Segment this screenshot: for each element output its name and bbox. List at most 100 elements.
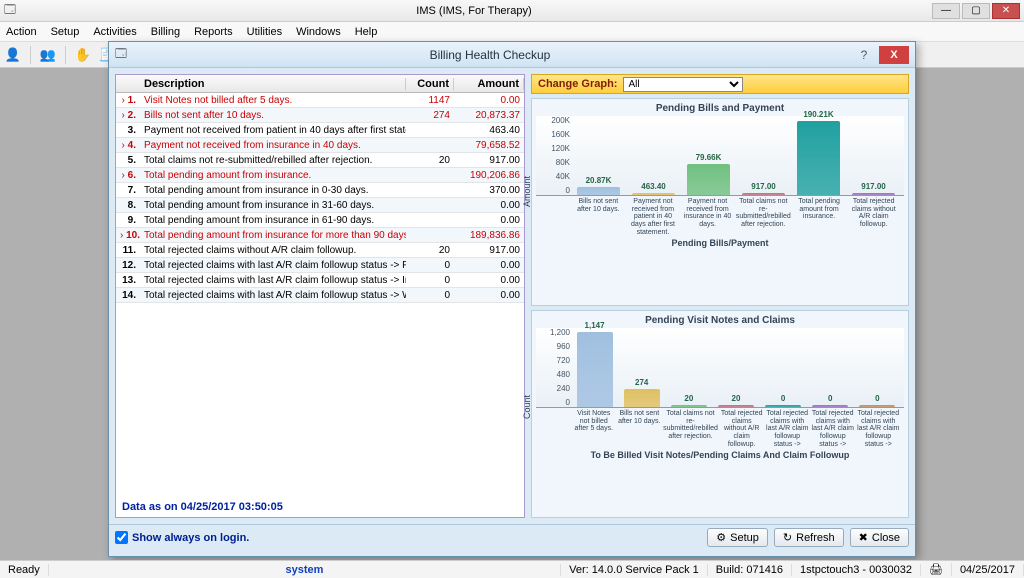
- table-row[interactable]: 6.Total pending amount from insurance.19…: [116, 168, 524, 183]
- status-ready: Ready: [0, 564, 49, 576]
- menu-activities[interactable]: Activities: [93, 26, 136, 38]
- bar: 20.87K: [572, 187, 625, 195]
- table-row[interactable]: 7.Total pending amount from insurance in…: [116, 183, 524, 198]
- user-check-icon[interactable]: 👥: [39, 46, 57, 64]
- menu-windows[interactable]: Windows: [296, 26, 341, 38]
- table-row[interactable]: 2.Bills not sent after 10 days.27420,873…: [116, 108, 524, 123]
- chart-footer: To Be Billed Visit Notes/Pending Claims …: [536, 450, 904, 460]
- setup-button[interactable]: ⚙Setup: [707, 528, 768, 547]
- table-row[interactable]: 9.Total pending amount from insurance in…: [116, 213, 524, 228]
- minimize-button[interactable]: —: [932, 3, 960, 19]
- bar: 0: [761, 405, 806, 407]
- table-row[interactable]: 10.Total pending amount from insurance f…: [116, 228, 524, 243]
- app-titlebar: 🗔 IMS (IMS, For Therapy) — ▢ ✕: [0, 0, 1024, 22]
- statusbar: Ready system Ver: 14.0.0 Service Pack 1 …: [0, 560, 1024, 578]
- x-label: Payment not received from patient in 40 …: [627, 198, 680, 236]
- status-printer-icon[interactable]: 🖨: [921, 563, 952, 576]
- modal-footer: Show always on login. ⚙Setup ↻Refresh ✖C…: [109, 524, 915, 550]
- chart-title: Pending Bills and Payment: [536, 103, 904, 114]
- bar: 190.21K: [792, 121, 845, 195]
- maximize-button[interactable]: ▢: [962, 3, 990, 19]
- bar: 917.00: [847, 193, 900, 195]
- menu-setup[interactable]: Setup: [51, 26, 80, 38]
- billing-health-checkup-window: 🗔 Billing Health Checkup ? X Description…: [108, 41, 916, 557]
- table-row[interactable]: 12.Total rejected claims with last A/R c…: [116, 258, 524, 273]
- bar: 274: [619, 389, 664, 407]
- modal-icon: 🗔: [115, 45, 127, 64]
- refresh-icon: ↻: [783, 531, 792, 544]
- bar: 79.66K: [682, 164, 735, 195]
- col-count: Count: [406, 78, 454, 90]
- status-host: 1stpctouch3 - 0030032: [792, 564, 921, 576]
- app-close-button[interactable]: ✕: [992, 3, 1020, 19]
- bar: 20: [713, 405, 758, 407]
- table-row[interactable]: 14.Total rejected claims with last A/R c…: [116, 288, 524, 303]
- change-graph-label: Change Graph:: [538, 78, 617, 90]
- table-row[interactable]: 5.Total claims not re-submitted/rebilled…: [116, 153, 524, 168]
- show-always-input[interactable]: [115, 531, 128, 544]
- table-row[interactable]: 4.Payment not received from insurance in…: [116, 138, 524, 153]
- status-build: Build: 071416: [708, 564, 792, 576]
- bar: 463.40: [627, 193, 680, 195]
- x-label: Total rejected claims with last A/R clai…: [857, 410, 901, 448]
- col-description: Description: [140, 78, 406, 90]
- menu-utilities[interactable]: Utilities: [247, 26, 282, 38]
- x-label: Bills not sent after 10 days.: [618, 410, 662, 448]
- change-graph-select[interactable]: All: [623, 77, 743, 92]
- chart-area: 1,20096072048024001,1472742020000: [536, 328, 904, 408]
- status-date: 04/25/2017: [952, 564, 1024, 576]
- pending-visits-chart: Pending Visit Notes and ClaimsCount1,200…: [531, 310, 909, 518]
- show-always-checkbox[interactable]: Show always on login.: [115, 531, 249, 544]
- x-label: Total rejected claims with last A/R clai…: [811, 410, 855, 448]
- close-icon: ✖: [859, 531, 868, 544]
- modal-close-button[interactable]: X: [879, 46, 909, 64]
- help-button[interactable]: ?: [853, 46, 875, 64]
- pending-bills-chart: Pending Bills and PaymentAmount200K160K1…: [531, 98, 909, 306]
- app-icon: 🗔: [4, 1, 16, 20]
- status-user: system: [49, 564, 561, 576]
- data-as-on: Data as on 04/25/2017 03:50:05: [116, 497, 524, 517]
- x-label: Total pending amount from insurance.: [793, 198, 846, 236]
- chart-area: 200K160K120K80K40K020.87K463.4079.66K917…: [536, 116, 904, 196]
- table-row[interactable]: 11.Total rejected claims without A/R cla…: [116, 243, 524, 258]
- y-axis-label: Count: [522, 395, 532, 419]
- x-label: Total rejected claims without A/R claim …: [720, 410, 764, 448]
- table-row[interactable]: 8.Total pending amount from insurance in…: [116, 198, 524, 213]
- modal-titlebar: 🗔 Billing Health Checkup ? X: [109, 42, 915, 68]
- chart-footer: Pending Bills/Payment: [536, 238, 904, 248]
- menu-reports[interactable]: Reports: [194, 26, 233, 38]
- menu-help[interactable]: Help: [355, 26, 378, 38]
- user-icon[interactable]: 👤: [4, 46, 22, 64]
- x-label: Total rejected claims with last A/R clai…: [765, 410, 809, 448]
- table-header: Description Count Amount: [116, 75, 524, 93]
- table-row[interactable]: 1.Visit Notes not billed after 5 days.11…: [116, 93, 524, 108]
- table-row[interactable]: 3.Payment not received from patient in 4…: [116, 123, 524, 138]
- bar: 1,147: [572, 332, 617, 407]
- x-label: Payment not received from insurance in 4…: [681, 198, 734, 236]
- col-amount: Amount: [454, 78, 524, 90]
- menubar: Action Setup Activities Billing Reports Utili…: [0, 22, 1024, 42]
- x-label: Total claims not re-submitted/rebilled a…: [736, 198, 791, 236]
- y-axis-label: Amount: [522, 176, 532, 207]
- x-label: Bills not sent after 10 days.: [572, 198, 625, 236]
- gear-icon: ⚙: [716, 531, 726, 544]
- bar: 0: [808, 405, 853, 407]
- workspace: 🗔 Billing Health Checkup ? X Description…: [0, 68, 1024, 560]
- bar: 20: [666, 405, 711, 407]
- status-version: Ver: 14.0.0 Service Pack 1: [561, 564, 708, 576]
- metrics-table: Description Count Amount 1.Visit Notes n…: [115, 74, 525, 518]
- table-row[interactable]: 13.Total rejected claims with last A/R c…: [116, 273, 524, 288]
- app-title: IMS (IMS, For Therapy): [16, 5, 932, 17]
- refresh-button[interactable]: ↻Refresh: [774, 528, 844, 547]
- bar: 917.00: [737, 193, 790, 195]
- menu-billing[interactable]: Billing: [151, 26, 180, 38]
- change-graph-bar: Change Graph: All: [531, 74, 909, 94]
- modal-title: Billing Health Checkup: [127, 48, 853, 62]
- x-label: Total rejected claims without A/R claim …: [847, 198, 900, 236]
- x-label: Visit Notes not billed after 5 days.: [572, 410, 616, 448]
- close-button[interactable]: ✖Close: [850, 528, 909, 547]
- menu-action[interactable]: Action: [6, 26, 37, 38]
- bar: 0: [855, 405, 900, 407]
- x-label: Total claims not re-submitted/rebilled a…: [663, 410, 718, 448]
- hand-icon[interactable]: ✋: [74, 46, 92, 64]
